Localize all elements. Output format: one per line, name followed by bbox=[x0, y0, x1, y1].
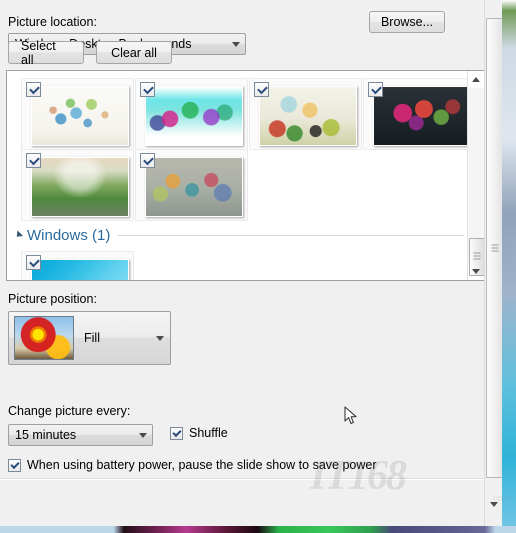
grip-icon bbox=[491, 244, 498, 252]
scrollbar-track[interactable] bbox=[468, 88, 484, 276]
thumbnail-characters-colorful bbox=[145, 86, 243, 146]
desktop-wallpaper-bottom-edge bbox=[0, 526, 516, 533]
change-picture-interval-combobox[interactable]: 15 minutes bbox=[8, 424, 153, 446]
thumbnail-windows-blue bbox=[31, 259, 129, 280]
list-actions-row: Select all Clear all bbox=[8, 39, 184, 67]
tile-checkbox-checked-icon[interactable] bbox=[26, 255, 41, 270]
thumbnail-abstract-collage bbox=[145, 157, 243, 217]
picture-tile-6[interactable] bbox=[135, 149, 248, 221]
chevron-down-icon bbox=[134, 432, 152, 438]
battery-pause-checkbox[interactable] bbox=[8, 458, 21, 472]
thumbnail-dandelion-field bbox=[31, 157, 129, 217]
shuffle-checkbox-row[interactable]: Shuffle bbox=[170, 426, 228, 440]
picture-position-label: Picture position: bbox=[8, 292, 97, 306]
arrow-down-icon[interactable] bbox=[486, 496, 501, 512]
picture-tile-5[interactable] bbox=[21, 149, 134, 221]
tile-checkbox-checked-icon[interactable] bbox=[26, 153, 41, 168]
change-picture-label: Change picture every: bbox=[8, 404, 131, 418]
thumbnail-architecture-abstract bbox=[31, 86, 129, 146]
shuffle-label: Shuffle bbox=[189, 426, 228, 440]
tile-checkbox-checked-icon[interactable] bbox=[140, 82, 155, 97]
shuffle-checkbox[interactable] bbox=[170, 426, 183, 440]
desktop-background-dialog: Picture location: Windows Desktop Backgr… bbox=[0, 0, 502, 526]
arrow-down-icon[interactable] bbox=[468, 263, 484, 280]
picture-list-inner: Windows (1) bbox=[7, 71, 469, 280]
arrow-up-icon[interactable] bbox=[468, 71, 484, 88]
picture-position-value: Fill bbox=[84, 331, 100, 345]
picture-tile-3[interactable] bbox=[249, 78, 362, 150]
tile-checkbox-checked-icon[interactable] bbox=[368, 82, 383, 97]
battery-pause-checkbox-row[interactable]: When using battery power, pause the slid… bbox=[8, 458, 377, 472]
thumbnail-fruit-garden bbox=[259, 86, 357, 146]
picture-list-scrollbar[interactable] bbox=[467, 71, 484, 280]
picture-location-label: Picture location: bbox=[8, 15, 97, 29]
picture-location-row: Picture location: Windows Desktop Backgr… bbox=[8, 11, 478, 55]
grip-icon bbox=[473, 252, 481, 262]
clear-all-button[interactable]: Clear all bbox=[96, 41, 172, 64]
group-header-rule bbox=[118, 234, 464, 236]
group-header-label: Windows (1) bbox=[27, 226, 111, 244]
picture-position-combobox[interactable]: Fill bbox=[8, 311, 171, 365]
picture-tile-4[interactable] bbox=[363, 78, 469, 150]
tile-checkbox-checked-icon[interactable] bbox=[140, 153, 155, 168]
flower-preview-thumbnail bbox=[14, 316, 74, 360]
battery-pause-label: When using battery power, pause the slid… bbox=[27, 458, 377, 472]
chevron-down-icon bbox=[227, 41, 245, 47]
window-scrollbar[interactable] bbox=[484, 0, 502, 526]
window-scrollbar-thumb[interactable] bbox=[486, 18, 502, 478]
chevron-down-icon bbox=[150, 335, 170, 341]
select-all-button[interactable]: Select all bbox=[8, 39, 84, 67]
picture-tile-7[interactable] bbox=[21, 251, 134, 280]
dialog-button-bar: Save changes Cancel bbox=[0, 479, 485, 526]
desktop-wallpaper-right-edge bbox=[502, 0, 516, 533]
tile-checkbox-checked-icon[interactable] bbox=[26, 82, 41, 97]
tile-checkbox-checked-icon[interactable] bbox=[254, 82, 269, 97]
picture-list-box[interactable]: Windows (1) bbox=[6, 70, 485, 281]
thumbnail-dark-bubbles bbox=[373, 86, 469, 146]
picture-tile-2[interactable] bbox=[135, 78, 248, 150]
dialog-content-pane: Picture location: Windows Desktop Backgr… bbox=[0, 0, 485, 526]
triangle-collapse-icon[interactable] bbox=[13, 230, 24, 240]
picture-tile-1[interactable] bbox=[21, 78, 134, 150]
group-header-windows[interactable]: Windows (1) bbox=[13, 223, 464, 247]
browse-button[interactable]: Browse... bbox=[369, 11, 445, 33]
change-picture-interval-value: 15 minutes bbox=[15, 428, 77, 442]
